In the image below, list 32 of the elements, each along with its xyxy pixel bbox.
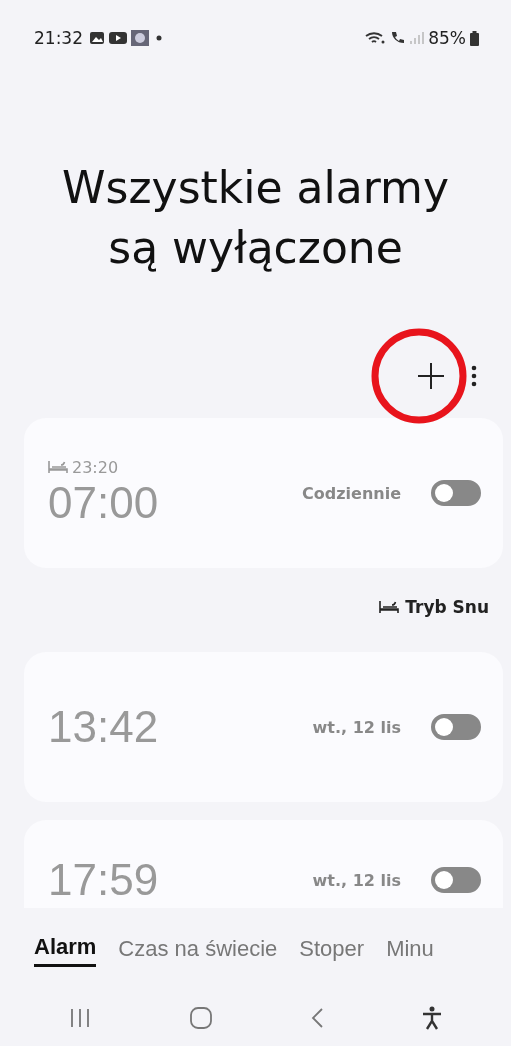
tab[interactable]: Minu [386,930,434,967]
alarm-repeat: Codziennie [302,483,401,503]
bedtime-time: 23:20 [72,457,119,477]
battery-percentage: 85% [428,28,466,48]
tab[interactable]: Stoper [299,930,365,967]
call-icon [390,30,407,46]
alarm-time: 17:59 [48,854,159,906]
battery-icon [470,30,479,46]
more-options-icon [471,365,477,387]
alarm-card[interactable]: 13:42 wt., 12 lis [24,652,503,802]
sleep-mode-label[interactable]: Tryb Snu [405,597,489,617]
alarm-card[interactable]: 23:20 07:00 Codziennie [24,418,503,568]
bed-icon [379,600,400,614]
wifi-icon [364,30,387,46]
alarm-time: 07:00 [48,476,159,529]
photo-icon [131,30,149,46]
tab[interactable]: Alarm [34,930,97,967]
alarm-repeat: wt., 12 lis [312,871,401,890]
status-time: 21:32 [34,28,83,48]
signal-icon [410,31,425,45]
alarm-toggle[interactable] [431,867,481,893]
alarm-card[interactable]: 17:59 wt., 12 lis [24,820,503,908]
alarm-toggle[interactable] [431,480,481,506]
page-title: Wszystkie alarmy są wyłączone [61,161,450,275]
alarm-repeat: wt., 12 lis [312,717,401,737]
alarm-toggle[interactable] [431,714,481,740]
bed-icon [48,460,68,474]
alarm-time: 13:42 [48,701,159,753]
gallery-icon [89,31,105,45]
video-icon [109,31,127,45]
plus-icon [417,362,445,390]
tab[interactable]: Czas na świecie [118,930,278,967]
